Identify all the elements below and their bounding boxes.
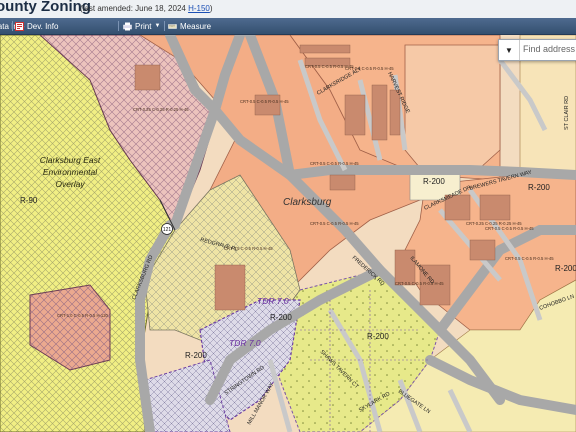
overlay-label-line2: Environmental <box>43 167 98 177</box>
map-canvas[interactable]: 121 Clarksburg East Environmental Overla… <box>0 35 576 432</box>
toolbar-divider <box>12 21 13 31</box>
zone-label-tdr: TDR 7.0 <box>229 338 261 348</box>
zone-label-tdr: TDR 7.0 <box>257 296 289 306</box>
toolbar-divider <box>164 21 165 31</box>
address-search-box: ▼ <box>498 39 576 61</box>
crt-code-label: CRT-0.5 C-0.5 R-0.5 H-45 <box>395 281 444 286</box>
zone-label-r200: R-200 <box>528 183 550 192</box>
zone-label-r90: R-90 <box>20 196 38 205</box>
crt-code-label: CRT-0.5 C-0.5 R-0.5 H-45 <box>485 226 534 231</box>
zoning-map[interactable]: 121 Clarksburg East Environmental Overla… <box>0 35 576 432</box>
amended-suffix: ) <box>209 4 213 13</box>
crt-northeast-zone[interactable] <box>404 44 501 169</box>
overlay-label-line1: Clarksburg East <box>40 155 101 165</box>
street-label-st-clair-rd: ST CLAIR RD <box>564 96 570 130</box>
amendment-link[interactable]: H-150 <box>188 4 210 13</box>
zone-label-r200: R-200 <box>185 351 207 360</box>
ruler-icon <box>168 22 177 31</box>
building <box>469 239 496 261</box>
dev-info-icon <box>15 21 24 31</box>
toolbar: Data Info Dev. Info Print ▼ Measure <box>0 18 576 35</box>
place-label-clarksburg: Clarksburg <box>283 197 332 208</box>
crt-code-label: CRT-0.25 C-0.25 R-0.25 H-45 <box>133 107 189 112</box>
app-title-bar: ounty Zoning (last amended: June 18, 202… <box>0 0 576 19</box>
zone-label-r200: R-200 <box>270 313 292 322</box>
overlay-label-line3: Overlay <box>55 179 85 189</box>
zone-label-r200: R-200 <box>423 177 445 186</box>
print-label: Print <box>135 21 152 31</box>
east-road <box>285 165 576 180</box>
zone-label-r200: R-200 <box>555 264 576 273</box>
building <box>371 84 388 141</box>
building <box>344 94 366 136</box>
measure-button[interactable]: Measure <box>168 20 211 32</box>
zone-label-r200: R-200 <box>367 332 389 341</box>
building <box>214 264 246 311</box>
measure-label: Measure <box>180 21 212 31</box>
print-button[interactable]: Print ▼ <box>123 20 160 32</box>
crt-code-label: CRT-0.5 C-0.5 R-0.5 H-45 <box>310 161 359 166</box>
amended-prefix: (last amended: June 18, 2024 <box>80 4 189 13</box>
search-options-button[interactable]: ▼ <box>499 40 520 60</box>
crt-code-label: CRT-0.5 C-0.5 R-0.5 H-45 <box>505 256 554 261</box>
building <box>254 94 281 116</box>
building <box>479 194 511 221</box>
app-title: ounty Zoning <box>0 0 91 15</box>
route-121-shield: 121 <box>161 223 173 235</box>
toolbar-divider <box>118 21 119 31</box>
crt-code-label: CRT-1.0 C-0.5 R-0.5 H-120 <box>57 313 109 318</box>
crt-code-label: CRT-0.5 C-0.5 R-0.5 H-45 <box>240 99 289 104</box>
address-search-input[interactable] <box>523 42 576 56</box>
building <box>134 64 161 91</box>
printer-icon <box>123 22 132 31</box>
chevron-down-icon: ▼ <box>154 22 161 29</box>
building <box>299 44 351 54</box>
route-shield-number: 121 <box>163 227 172 233</box>
chevron-down-icon: ▼ <box>505 45 513 55</box>
dev-info-button[interactable]: Dev. Info <box>15 20 58 32</box>
building <box>329 174 356 191</box>
crt-code-label: CRT-0.5 C-0.5 R-0.5 H-45 <box>305 64 354 69</box>
dev-info-label: Dev. Info <box>27 21 59 31</box>
last-amended-note: (last amended: June 18, 2024 H-150) <box>80 4 213 13</box>
crt-code-label: CRT-0.5 C-0.5 R-0.5 H-45 <box>310 221 359 226</box>
